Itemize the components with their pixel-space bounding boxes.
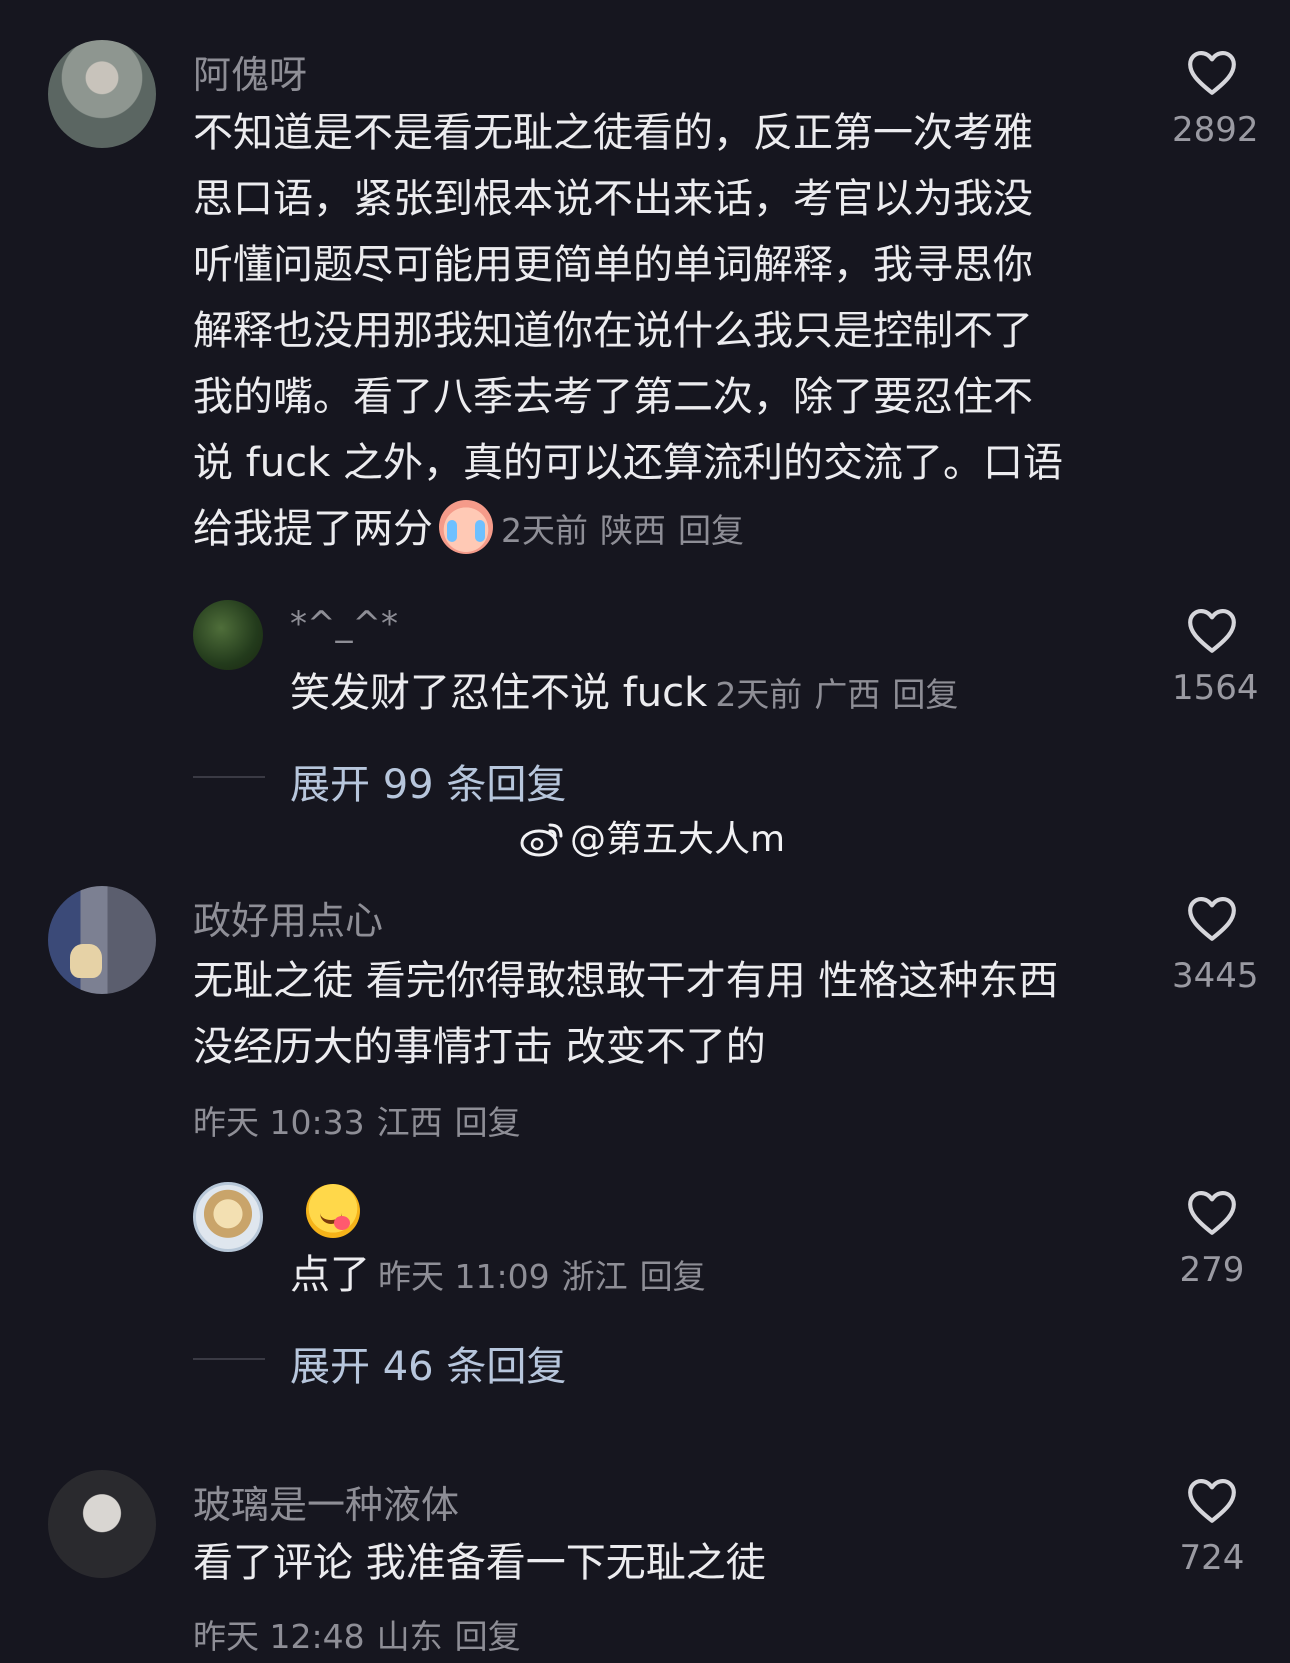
comment-3-username[interactable]: 玻璃是一种液体 [193, 1474, 459, 1529]
reply-2-like[interactable]: 279 [1172, 1188, 1252, 1290]
comment-1-reply-button[interactable]: 回复 [678, 511, 744, 550]
comment-1-time: 2天前 [501, 511, 588, 550]
reply-1-like[interactable]: 1564 [1172, 606, 1259, 708]
comment-1-username[interactable]: 阿傀呀 [193, 44, 307, 99]
reply-2-time: 昨天 11:09 [378, 1257, 550, 1296]
heart-outline-icon[interactable] [1185, 606, 1239, 654]
comment-3-location: 山东 [376, 1617, 443, 1656]
watermark-text: @第五大人m [570, 819, 786, 860]
heart-outline-icon[interactable] [1185, 1188, 1239, 1236]
reply-2-text: 点了 [290, 1252, 370, 1298]
comment-1-line: 说 fuck 之外，真的可以还算流利的交流了。口语 [193, 440, 1064, 486]
expand-divider [193, 776, 265, 778]
comment-3-reply-button[interactable]: 回复 [455, 1617, 521, 1656]
expand-divider [193, 1358, 265, 1360]
reply-1-username[interactable]: *^_^* [290, 604, 398, 644]
avatar-reply-1[interactable] [193, 600, 263, 670]
heart-outline-icon[interactable] [1185, 48, 1239, 96]
comment-1-like-count: 2892 [1172, 110, 1259, 150]
comment-1-line: 不知道是不是看无耻之徒看的，反正第一次考雅 [193, 110, 1033, 156]
comment-1-line: 给我提了两分 [193, 506, 433, 552]
avatar-comment-3[interactable] [48, 1470, 156, 1578]
comment-2-location: 江西 [376, 1103, 443, 1142]
comment-1-meta: 2天前 陕西 回复 [501, 511, 756, 550]
comment-1-like[interactable]: 2892 [1172, 48, 1259, 150]
avatar-comment-1[interactable] [48, 40, 156, 148]
comment-3-time: 昨天 12:48 [193, 1617, 365, 1656]
reply-2-meta: 昨天 11:09 浙江 回复 [378, 1257, 718, 1296]
reply-1-location: 广西 [814, 675, 881, 714]
comment-2-line: 无耻之徒 看完你得敢想敢干才有用 性格这种东西 [193, 958, 1059, 1004]
reply-2-location: 浙江 [561, 1257, 628, 1296]
comment-2-username[interactable]: 政好用点心 [193, 890, 383, 945]
comment-1-line: 解释也没用那我知道你在说什么我只是控制不了 [193, 308, 1033, 354]
reply-1-reply-button[interactable]: 回复 [892, 675, 958, 714]
comment-3-body: 看了评论 我准备看一下无耻之徒 [193, 1530, 1153, 1596]
comment-1-body: 不知道是不是看无耻之徒看的，反正第一次考雅 思口语，紧张到根本说不出来话，考官以… [193, 100, 1113, 564]
comment-3-like-count: 724 [1179, 1538, 1245, 1578]
reply-2-like-count: 279 [1179, 1250, 1245, 1290]
comment-2-meta: 昨天 10:33 江西 回复 [193, 1096, 533, 1144]
comment-2-like[interactable]: 3445 [1172, 894, 1259, 996]
reply-2-reply-button[interactable]: 回复 [640, 1257, 706, 1296]
heart-outline-icon[interactable] [1185, 1476, 1239, 1524]
comment-2-body: 无耻之徒 看完你得敢想敢干才有用 性格这种东西 没经历大的事情打击 改变不了的 [193, 948, 1153, 1080]
yum-face-emoji [306, 1184, 360, 1238]
reply-1-meta: 2天前 广西 回复 [715, 675, 970, 714]
comment-2-like-count: 3445 [1172, 956, 1259, 996]
comment-1-line: 思口语，紧张到根本说不出来话，考官以为我没 [193, 176, 1033, 222]
heart-outline-icon[interactable] [1185, 894, 1239, 942]
avatar-comment-2[interactable] [48, 886, 156, 994]
reply-1-text: 笑发财了忍住不说 fuck [290, 670, 708, 716]
comment-3-meta: 昨天 12:48 山东 回复 [193, 1610, 533, 1658]
reply-1-like-count: 1564 [1172, 668, 1259, 708]
weibo-logo-icon [520, 823, 563, 857]
reply-1-body: 笑发财了忍住不说 fuck 2天前 广西 回复 [290, 660, 970, 728]
comment-1-line: 听懂问题尽可能用更简单的单词解释，我寻思你 [193, 242, 1033, 288]
reply-1-time: 2天前 [715, 675, 803, 714]
crying-face-emoji [439, 500, 493, 554]
comment-2-reply-button[interactable]: 回复 [455, 1103, 521, 1142]
comment-2-line: 没经历大的事情打击 改变不了的 [193, 1024, 766, 1070]
expand-replies-button-2[interactable]: 展开 46 条回复 [290, 1334, 566, 1392]
avatar-reply-2[interactable] [193, 1182, 263, 1252]
comment-3-like[interactable]: 724 [1172, 1476, 1252, 1578]
comment-1-line: 我的嘴。看了八季去考了第二次，除了要忍住不 [193, 374, 1033, 420]
reply-2-body: 点了 昨天 11:09 浙江 回复 [290, 1242, 718, 1310]
comment-1-location: 陕西 [600, 511, 666, 550]
comment-2-time: 昨天 10:33 [193, 1103, 365, 1142]
expand-replies-button-1[interactable]: 展开 99 条回复 [290, 752, 566, 810]
comment-1-line-last: 给我提了两分 2天前 陕西 回复 [193, 496, 1113, 564]
comment-3-line: 看了评论 我准备看一下无耻之徒 [193, 1540, 766, 1586]
watermark: @第五大人m [520, 810, 785, 862]
